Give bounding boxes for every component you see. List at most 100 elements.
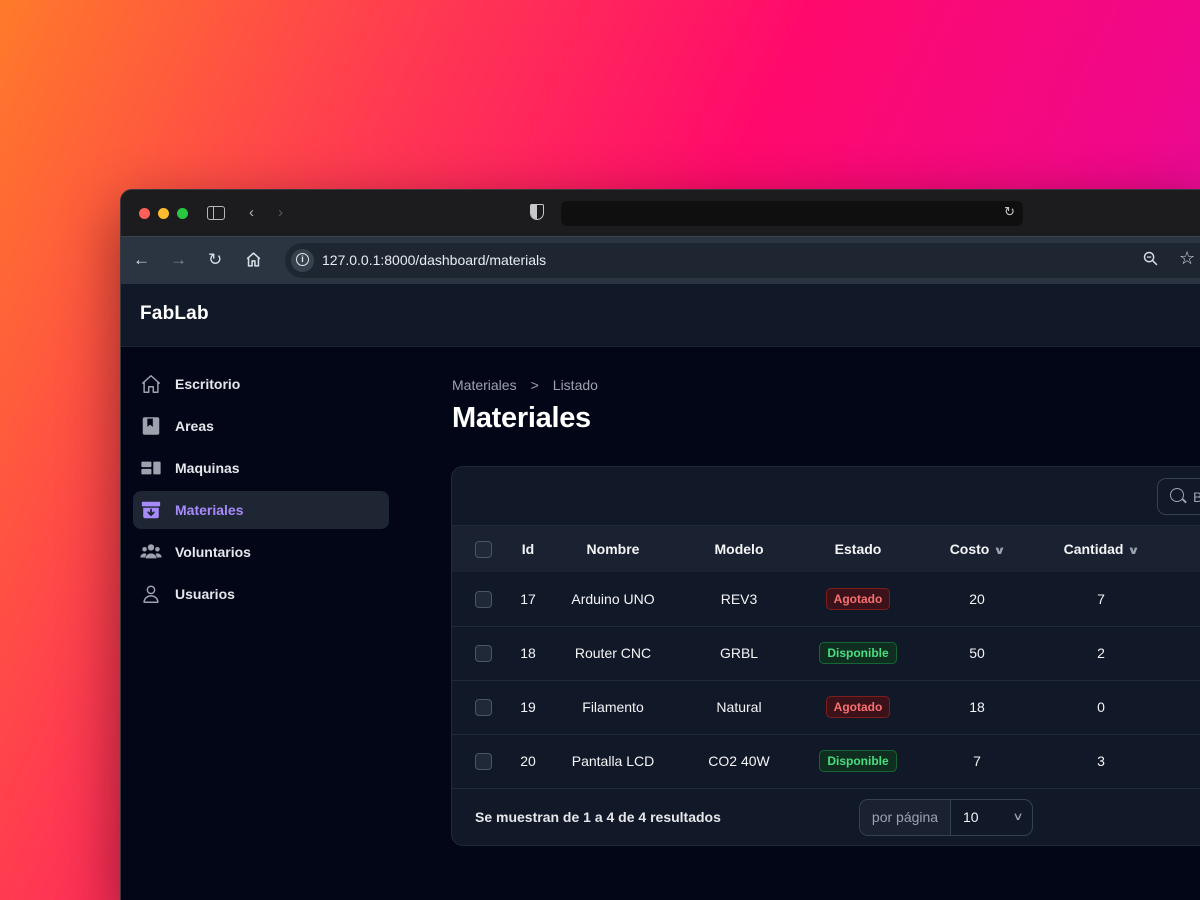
row-checkbox[interactable] — [474, 644, 492, 662]
star-icon[interactable]: ☆ — [1179, 248, 1195, 269]
select-all-checkbox[interactable] — [474, 540, 492, 558]
results-summary: Se muestran de 1 a 4 de 4 resultados — [475, 808, 721, 825]
materials-table: Id Nombre Modelo Estado Costo ∨ Cantidad ∨… — [452, 526, 1200, 789]
column-header-costo[interactable]: Costo ∨ — [922, 526, 1032, 572]
sidebar-item-label: Escritorio — [175, 376, 241, 392]
cell-estado: Disponible — [794, 734, 922, 788]
cell-id: 17 — [520, 590, 536, 607]
breadcrumb-current: Listado — [552, 377, 598, 393]
sidebar-item-areas[interactable]: Areas — [133, 407, 389, 445]
search-placeholder: B — [1193, 489, 1200, 505]
row-select-cell — [452, 572, 514, 626]
sidebar-item-usuarios[interactable]: Usuarios — [133, 575, 389, 613]
cell-extra — [1170, 680, 1200, 734]
table-row[interactable]: 20 Pantalla LCD CO2 40W Disponible 7 3 — [452, 734, 1200, 788]
column-header-estado[interactable]: Estado — [794, 526, 922, 572]
cell-nombre: Arduino UNO — [571, 590, 655, 607]
home-icon[interactable] — [245, 248, 262, 268]
breadcrumb: Materiales > Listado — [452, 377, 598, 393]
search-input[interactable]: B — [1157, 478, 1200, 515]
close-window-button[interactable] — [139, 208, 150, 219]
sidebar-item-label: Usuarios — [175, 586, 235, 602]
sidebar-item-voluntarios[interactable]: Voluntarios — [133, 533, 389, 571]
cell-estado: Agotado — [794, 680, 922, 734]
table-row[interactable]: 18 Router CNC GRBL Disponible 50 2 — [452, 626, 1200, 680]
zoom-icon[interactable] — [1142, 250, 1159, 267]
row-select-cell — [452, 626, 514, 680]
cell-nombre: Router CNC — [574, 645, 652, 661]
chevron-down-icon: ∨ — [1012, 810, 1024, 823]
home-icon — [140, 373, 162, 395]
column-header-label: Cantidad — [1063, 541, 1124, 557]
sidebar-item-label: Maquinas — [175, 460, 240, 476]
cell-extra — [1170, 734, 1200, 788]
url-bar[interactable]: i 127.0.0.1:8000/dashboard/materials ☆ — [285, 243, 1200, 278]
shield-icon[interactable] — [530, 204, 544, 220]
search-icon — [1170, 488, 1184, 502]
forward-arrow-icon[interactable]: → — [170, 248, 187, 272]
cell-id: 18 — [520, 645, 536, 661]
cell-modelo: CO2 40W — [708, 753, 770, 769]
cell-id: 19 — [520, 699, 536, 715]
per-page-select[interactable]: por página 10 ∨ — [859, 798, 1033, 836]
site-info-icon[interactable]: i — [291, 249, 314, 272]
table-row[interactable]: 19 Filamento Natural Agotado 18 0 — [452, 680, 1200, 734]
cell-extra — [1170, 572, 1200, 626]
row-checkbox[interactable] — [474, 590, 492, 608]
row-checkbox[interactable] — [474, 752, 492, 770]
breadcrumb-parent[interactable]: Materiales — [452, 377, 517, 393]
bookmark-icon — [140, 415, 162, 437]
per-page-value[interactable]: 10 ∨ — [951, 800, 1032, 835]
chevron-down-icon[interactable]: ∨ — [994, 544, 1007, 557]
cell-extra — [1170, 626, 1200, 680]
cell-nombre: Filamento — [582, 699, 644, 715]
row-select-cell — [452, 680, 514, 734]
browser-navbar: ← → ↻ i 127.0.0.1:8000/dashboard/materia… — [121, 236, 1200, 284]
chevron-down-icon[interactable]: ∨ — [1128, 544, 1141, 557]
status-badge: Agotado — [825, 587, 891, 610]
column-header-modelo[interactable]: Modelo — [684, 526, 794, 572]
cell-costo: 50 — [969, 645, 985, 661]
status-badge: Agotado — [825, 696, 891, 718]
cell-modelo: Natural — [716, 699, 762, 715]
cell-estado: Agotado — [794, 572, 922, 626]
cell-costo: 7 — [973, 753, 981, 769]
column-header-cantidad[interactable]: Cantidad ∨ — [1032, 526, 1170, 572]
sidebar-item-maquinas[interactable]: Maquinas — [133, 449, 389, 487]
top-address-field[interactable]: ↻ — [561, 201, 1023, 226]
chevron-right-icon[interactable]: › — [278, 203, 283, 223]
sidebar-item-materiales[interactable]: Materiales — [133, 491, 389, 529]
row-checkbox[interactable] — [474, 698, 492, 716]
breadcrumb-separator: > — [530, 377, 539, 393]
archive-box-icon — [140, 499, 162, 521]
app-header: FabLab — [121, 284, 1200, 347]
per-page-label: por página — [860, 799, 951, 835]
cell-nombre: Pantalla LCD — [571, 753, 655, 769]
cell-modelo: REV3 — [720, 590, 758, 607]
sidebar-item-escritorio[interactable]: Escritorio — [133, 365, 389, 403]
minimize-window-button[interactable] — [158, 208, 169, 219]
window-controls — [139, 208, 188, 219]
back-arrow-icon[interactable]: ← — [133, 248, 150, 272]
column-header-label: Costo — [949, 541, 990, 557]
table-row[interactable]: 17 Arduino UNO REV3 Agotado 20 7 — [452, 572, 1200, 626]
reload-icon[interactable]: ↻ — [208, 248, 222, 272]
sidebar-item-label: Voluntarios — [175, 544, 251, 560]
cell-id: 20 — [520, 753, 536, 769]
sidebar-toggle-icon[interactable] — [207, 206, 225, 220]
table-toolbar: B — [452, 467, 1200, 526]
app-brand[interactable]: FabLab — [140, 303, 209, 325]
browser-window: ‹ › ↻ ← → ↻ i 127.0.0.1:8000/dashboard/m… — [120, 189, 1200, 900]
maximize-window-button[interactable] — [177, 208, 188, 219]
column-header-nombre[interactable]: Nombre — [542, 526, 684, 572]
sidebar-item-label: Materiales — [175, 502, 244, 518]
chevron-left-icon[interactable]: ‹ — [249, 203, 254, 223]
browser-titlebar: ‹ › ↻ — [121, 190, 1200, 236]
url-text[interactable]: 127.0.0.1:8000/dashboard/materials — [322, 252, 546, 268]
cell-modelo: GRBL — [719, 645, 759, 661]
column-header-id[interactable]: Id — [514, 526, 542, 572]
cell-cantidad: 3 — [1097, 753, 1105, 769]
column-header-extra — [1170, 526, 1200, 572]
users-icon — [140, 541, 162, 563]
reload-icon[interactable]: ↻ — [1004, 204, 1015, 220]
